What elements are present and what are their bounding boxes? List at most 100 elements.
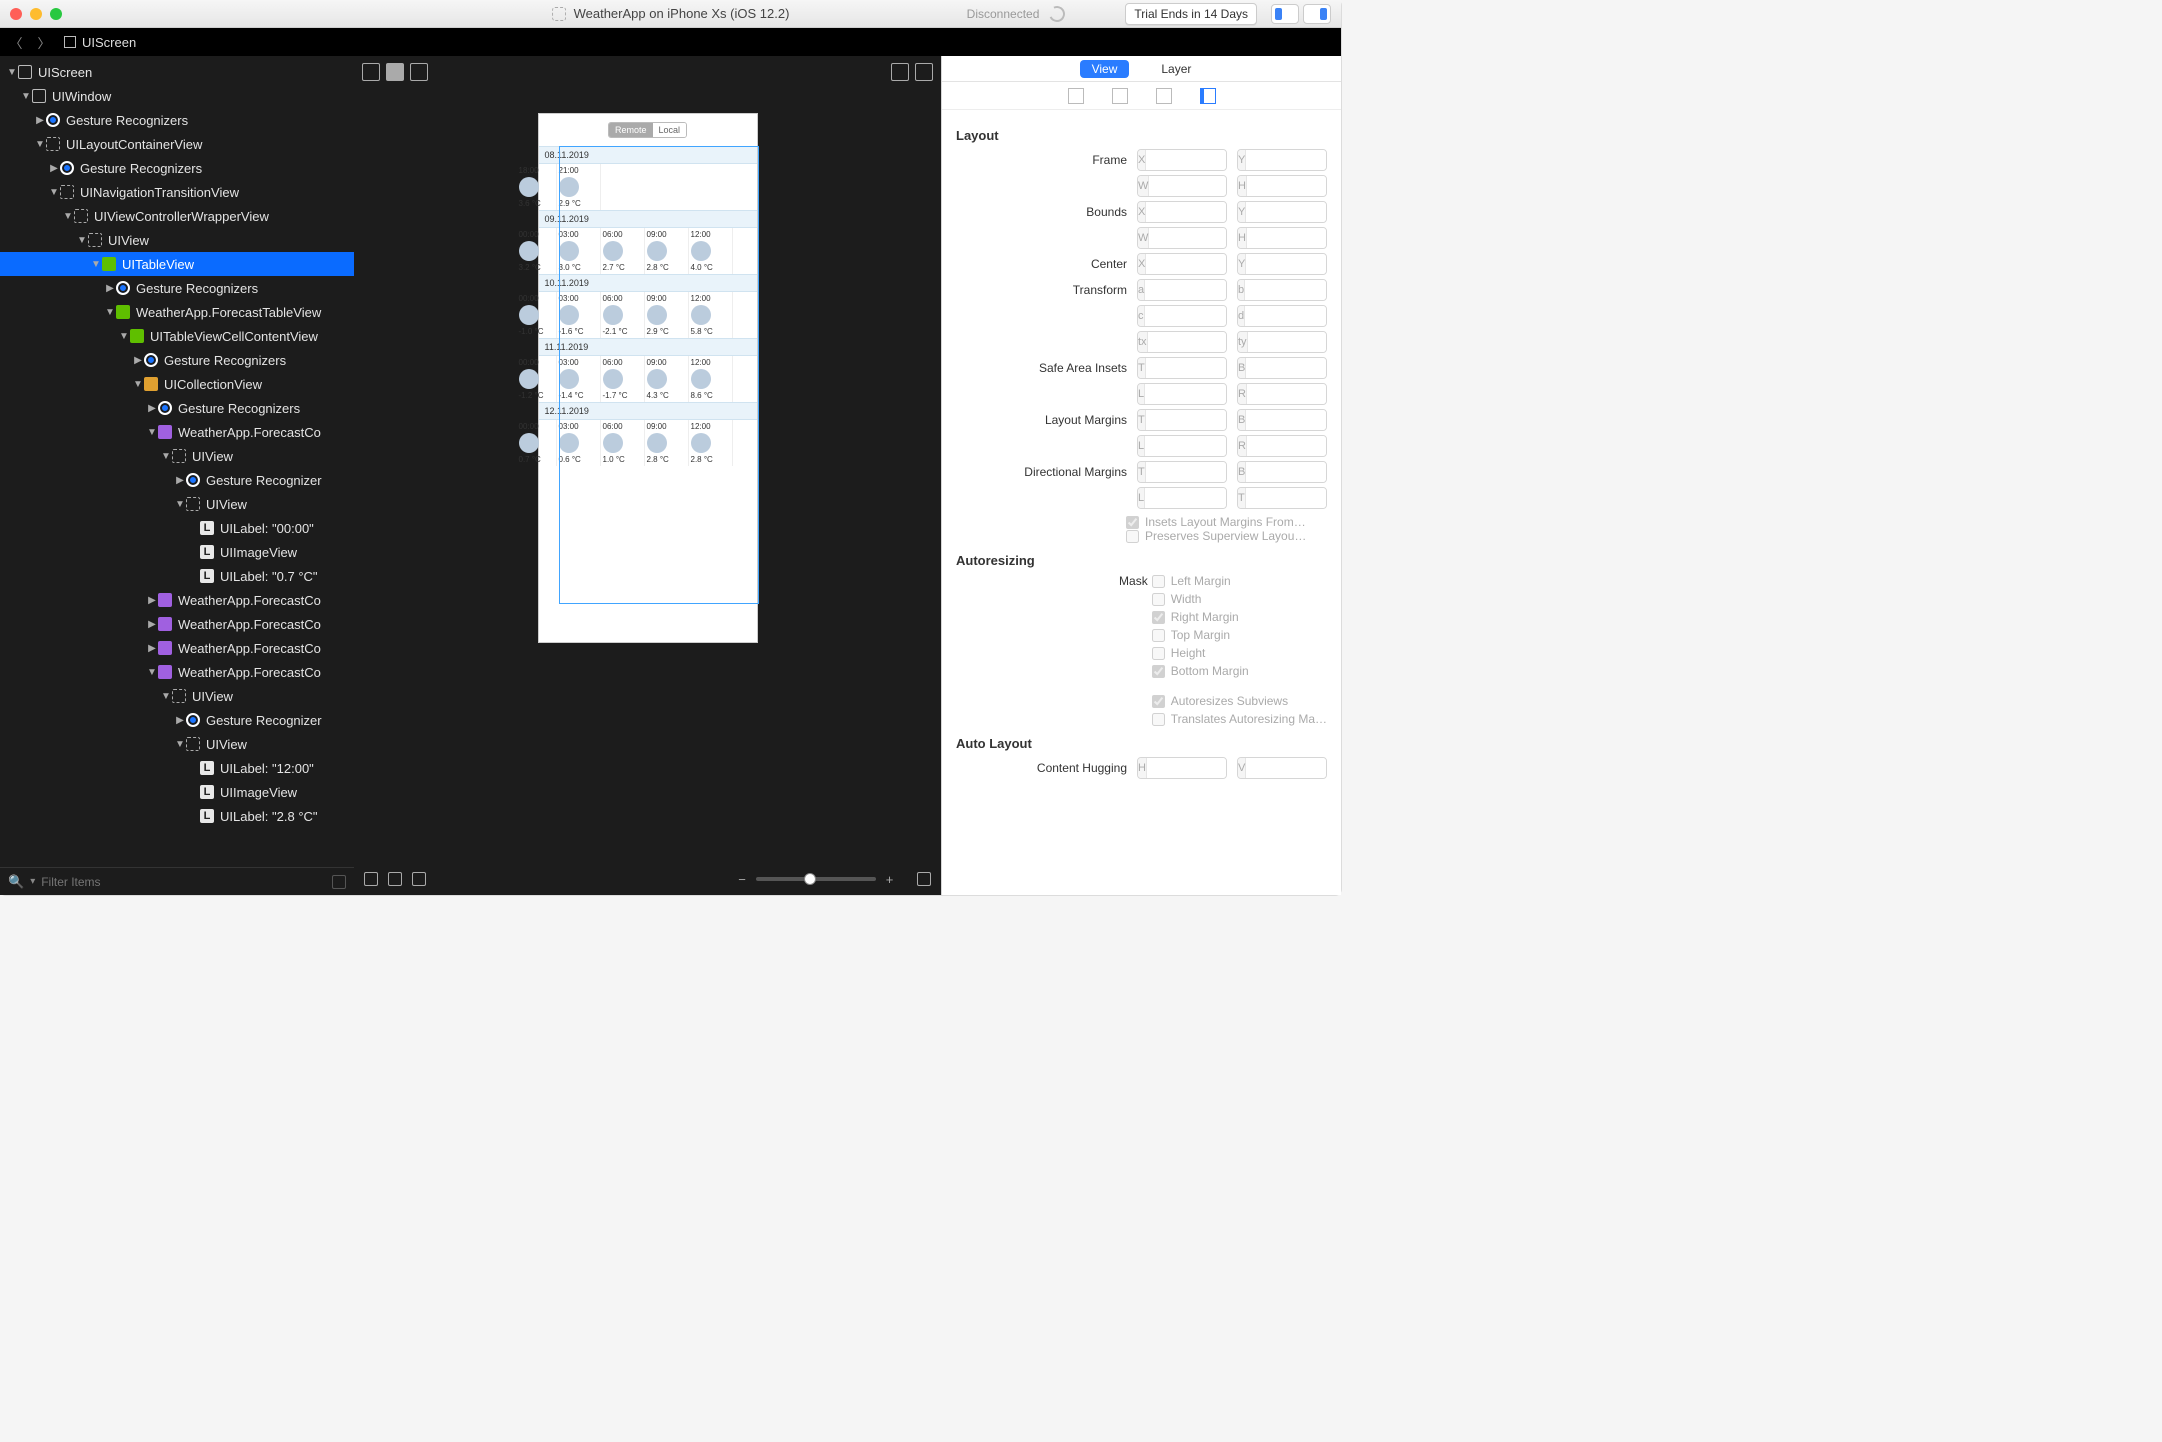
- tree-row[interactable]: ▼WeatherApp.ForecastCo: [0, 660, 354, 684]
- filter-input[interactable]: [41, 875, 326, 889]
- nav-back-icon[interactable]: 〈: [8, 33, 24, 52]
- tree-row[interactable]: ▶Gesture Recognizers: [0, 156, 354, 180]
- forecast-cell[interactable]: 09:002.9 °C: [645, 292, 689, 338]
- disclosure-icon[interactable]: ▶: [174, 475, 186, 486]
- forecast-cell[interactable]: 09:002.8 °C: [645, 420, 689, 466]
- disclosure-icon[interactable]: ▼: [118, 331, 130, 342]
- inspector-icon-sliders[interactable]: [1156, 88, 1172, 104]
- forecast-cell[interactable]: 00:00-1.0 °C: [517, 292, 557, 338]
- trial-button[interactable]: Trial Ends in 14 Days: [1125, 3, 1257, 25]
- forecast-cell[interactable]: 12:004.0 °C: [689, 228, 733, 274]
- forecast-cell[interactable]: 06:00-2.1 °C: [601, 292, 645, 338]
- tree-row[interactable]: ▶Gesture Recognizer: [0, 708, 354, 732]
- tree-row[interactable]: ▶WeatherApp.ForecastCo: [0, 636, 354, 660]
- toggle-right-pane-icon[interactable]: [1303, 4, 1331, 24]
- transform-ty-input[interactable]: [1248, 332, 1327, 352]
- tree-row[interactable]: ▼UIView: [0, 492, 354, 516]
- layoutmargins-r-input[interactable]: [1247, 436, 1327, 456]
- disclosure-icon[interactable]: ▼: [20, 91, 32, 102]
- dirmargins-l-input[interactable]: [1145, 488, 1227, 508]
- canvas-viewmode-3-icon[interactable]: [410, 63, 428, 81]
- tree-row[interactable]: ▼UIWindow: [0, 84, 354, 108]
- zoom-window-icon[interactable]: [50, 8, 62, 20]
- nav-forward-icon[interactable]: 〉: [36, 33, 52, 52]
- zoom-slider[interactable]: [756, 877, 876, 881]
- tree-row[interactable]: ▶Gesture Recognizer: [0, 468, 354, 492]
- dirmargins-b-input[interactable]: [1246, 462, 1327, 482]
- bounds-w-input[interactable]: [1149, 228, 1227, 248]
- disclosure-icon[interactable]: ▼: [174, 499, 186, 510]
- canvas-option-1-icon[interactable]: [891, 63, 909, 81]
- zoom-in-icon[interactable]: +: [886, 872, 894, 887]
- tree-row[interactable]: ▼UIView: [0, 228, 354, 252]
- reload-icon[interactable]: [1047, 3, 1068, 24]
- tree-row[interactable]: ▶Gesture Recognizers: [0, 348, 354, 372]
- disclosure-icon[interactable]: ▼: [90, 259, 102, 270]
- tree-row[interactable]: LUILabel: "2.8 °C": [0, 804, 354, 828]
- inspector-icon-grid[interactable]: [1112, 88, 1128, 104]
- disclosure-icon[interactable]: ▶: [146, 619, 158, 630]
- minimize-window-icon[interactable]: [30, 8, 42, 20]
- disclosure-icon[interactable]: ▼: [174, 739, 186, 750]
- segment-local[interactable]: Local: [653, 123, 687, 137]
- tab-view[interactable]: View: [1080, 60, 1130, 78]
- frame-w-input[interactable]: [1149, 176, 1227, 196]
- tree-row[interactable]: ▶Gesture Recognizers: [0, 396, 354, 420]
- segment-remote[interactable]: Remote: [609, 123, 653, 137]
- safearea-b-input[interactable]: [1246, 358, 1327, 378]
- inspector-icon-layout[interactable]: [1200, 88, 1216, 104]
- canvas-option-2-icon[interactable]: [915, 63, 933, 81]
- footer-icon-2[interactable]: [388, 872, 402, 886]
- device-preview[interactable]: Remote Local 08.11.201918:003.6 °C21:002…: [538, 113, 758, 643]
- tree-row[interactable]: ▼UICollectionView: [0, 372, 354, 396]
- toggle-left-pane-icon[interactable]: [1271, 4, 1299, 24]
- hierarchy-tree[interactable]: ▼UIScreen▼UIWindow▶Gesture Recognizers▼U…: [0, 56, 354, 867]
- disclosure-icon[interactable]: ▶: [132, 355, 144, 366]
- tree-row[interactable]: ▶Gesture Recognizers: [0, 108, 354, 132]
- zoom-out-icon[interactable]: −: [738, 872, 746, 887]
- tree-row[interactable]: LUILabel: "00:00": [0, 516, 354, 540]
- tree-row[interactable]: ▼UIView: [0, 732, 354, 756]
- contenthugging-v-input[interactable]: [1246, 758, 1327, 778]
- disclosure-icon[interactable]: ▼: [48, 187, 60, 198]
- disclosure-icon[interactable]: ▼: [104, 307, 116, 318]
- inspector-icon-doc[interactable]: [1068, 88, 1084, 104]
- transform-d-input[interactable]: [1245, 306, 1327, 326]
- forecast-cell[interactable]: 00:00-1.2 °C: [517, 356, 557, 402]
- disclosure-icon[interactable]: ▼: [6, 67, 18, 78]
- filter-options-icon[interactable]: [332, 875, 346, 889]
- forecast-cell[interactable]: 12:008.6 °C: [689, 356, 733, 402]
- layoutmargins-t-input[interactable]: [1146, 410, 1227, 430]
- disclosure-icon[interactable]: ▼: [160, 691, 172, 702]
- tree-row[interactable]: LUILabel: "0.7 °C": [0, 564, 354, 588]
- tree-row[interactable]: ▼UILayoutContainerView: [0, 132, 354, 156]
- transform-c-input[interactable]: [1145, 306, 1228, 326]
- forecast-cell[interactable]: 12:002.8 °C: [689, 420, 733, 466]
- frame-h-input[interactable]: [1247, 176, 1327, 196]
- tree-row[interactable]: ▼UIView: [0, 684, 354, 708]
- forecast-cell[interactable]: 06:00-1.7 °C: [601, 356, 645, 402]
- frame-y-input[interactable]: [1246, 150, 1327, 170]
- disclosure-icon[interactable]: ▼: [146, 427, 158, 438]
- tree-row[interactable]: ▼UITableView: [0, 252, 354, 276]
- forecast-cell[interactable]: 00:003.2 °C: [517, 228, 557, 274]
- bounds-y-input[interactable]: [1246, 202, 1327, 222]
- footer-icon-3[interactable]: [412, 872, 426, 886]
- tree-row[interactable]: ▶WeatherApp.ForecastCo: [0, 588, 354, 612]
- disclosure-icon[interactable]: ▶: [146, 403, 158, 414]
- forecast-cell[interactable]: 12:005.8 °C: [689, 292, 733, 338]
- disclosure-icon[interactable]: ▼: [62, 211, 74, 222]
- tab-layer[interactable]: Layer: [1149, 60, 1203, 78]
- tree-row[interactable]: ▶WeatherApp.ForecastCo: [0, 612, 354, 636]
- disclosure-icon[interactable]: ▶: [104, 283, 116, 294]
- bounds-h-input[interactable]: [1247, 228, 1327, 248]
- transform-b-input[interactable]: [1245, 280, 1327, 300]
- center-y-input[interactable]: [1246, 254, 1327, 274]
- disclosure-icon[interactable]: ▼: [34, 139, 46, 150]
- frame-x-input[interactable]: [1146, 150, 1227, 170]
- tree-row[interactable]: ▼UIView: [0, 444, 354, 468]
- bounds-x-input[interactable]: [1146, 202, 1227, 222]
- center-x-input[interactable]: [1146, 254, 1227, 274]
- forecast-cell[interactable]: 06:002.7 °C: [601, 228, 645, 274]
- forecast-cell[interactable]: 03:000.6 °C: [557, 420, 601, 466]
